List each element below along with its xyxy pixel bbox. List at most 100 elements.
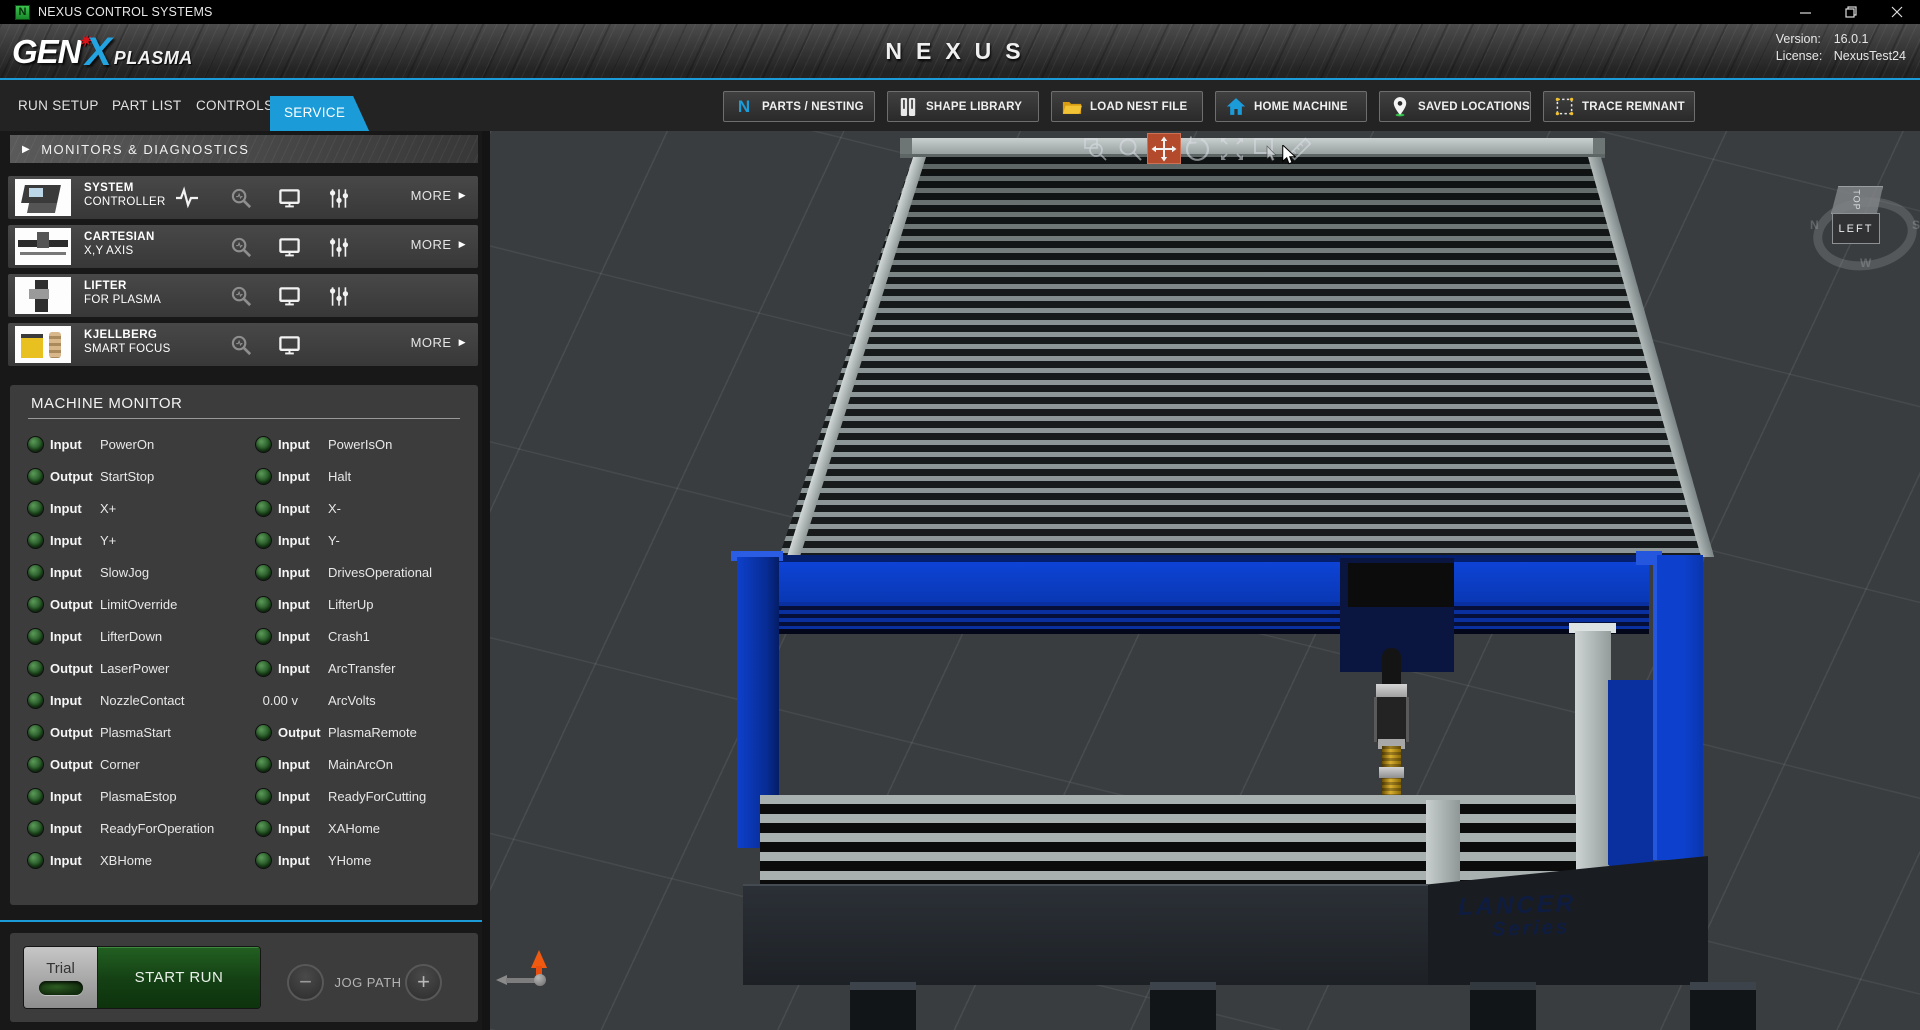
io-row-y: InputY+: [10, 525, 240, 557]
pulse-icon[interactable]: [174, 186, 200, 210]
monitors-diagnostics-header[interactable]: ▶ MONITORS & DIAGNOSTICS: [10, 135, 478, 163]
app-logo-icon: N: [15, 5, 30, 20]
device-name: KJELLBERGSMART FOCUS: [84, 329, 171, 355]
rotate-tool-icon[interactable]: [1181, 133, 1215, 164]
more-arrow-icon: ▶: [459, 239, 466, 250]
device-row-system[interactable]: SYSTEMCONTROLLERMORE▶: [8, 176, 478, 219]
view-cube[interactable]: TOP LEFT N W S: [1808, 156, 1920, 271]
io-type-label: Input: [50, 565, 82, 580]
monitor-icon[interactable]: [276, 333, 302, 357]
device-name-line1: SYSTEM: [84, 182, 166, 194]
toolbar-button-label: SAVED LOCATIONS: [1418, 101, 1530, 113]
sliders-icon[interactable]: [326, 235, 352, 259]
gantry-linear-rails: [737, 602, 1649, 629]
io-name-label: NozzleContact: [100, 693, 185, 708]
io-type-label: Input: [278, 757, 310, 772]
folder-icon: [1062, 97, 1082, 117]
more-button[interactable]: MORE▶: [411, 335, 466, 350]
pan-tool-icon[interactable]: [1147, 133, 1181, 164]
zoom-icon[interactable]: [228, 235, 254, 259]
home-icon: [1226, 97, 1246, 117]
trial-label: Trial: [46, 960, 75, 977]
io-value: 0.00 v: [246, 693, 298, 708]
more-button[interactable]: MORE▶: [411, 188, 466, 203]
torch-bracket: [1374, 697, 1409, 742]
led-indicator: [255, 660, 272, 677]
led-indicator: [27, 692, 44, 709]
io-row-xahome: InputXAHome: [238, 813, 478, 845]
jog-path-minus-button[interactable]: −: [287, 964, 324, 1001]
io-type-label: Input: [278, 629, 310, 644]
sliders-icon[interactable]: [326, 186, 352, 210]
io-name-label: StartStop: [100, 469, 154, 484]
zoom-icon[interactable]: [228, 284, 254, 308]
led-indicator: [27, 756, 44, 773]
run-controls-panel: Trial START RUN − JOG PATH +: [10, 933, 478, 1022]
io-row-plasmaremote: OutputPlasmaRemote: [238, 717, 478, 749]
io-row-x: InputX+: [10, 493, 240, 525]
zoom-tool-tool-icon[interactable]: [1113, 133, 1147, 164]
io-row-crash1: Input Crash1: [238, 621, 478, 653]
monitor-icon[interactable]: [276, 235, 302, 259]
restore-button[interactable]: [1828, 0, 1874, 24]
load-nest-file-button[interactable]: LOAD NEST FILE: [1051, 91, 1203, 122]
zoom-icon[interactable]: [228, 186, 254, 210]
mouse-cursor: [1281, 145, 1297, 170]
machine-3d-viewport[interactable]: LANCER Series TOP LEFT N W S: [490, 131, 1920, 1030]
machine-foot: [850, 982, 916, 1030]
zoom-extents-tool-icon[interactable]: [1215, 133, 1249, 164]
monitor-icon[interactable]: [276, 284, 302, 308]
io-name-label: LifterDown: [100, 629, 162, 644]
io-row-readyforoperation: Input ReadyForOperation: [10, 813, 240, 845]
machine-monitor-title: MACHINE MONITOR: [31, 395, 182, 412]
trial-toggle[interactable]: Trial: [24, 947, 97, 1008]
io-name-label: Crash1: [328, 629, 370, 644]
zoom-window-tool-icon[interactable]: [1079, 133, 1113, 164]
nav-row: RUN SETUP PART LIST CONTROLSSERVICE NPARTS…: [0, 80, 1920, 131]
more-button[interactable]: MORE▶: [411, 237, 466, 252]
io-type-label: Input: [50, 821, 82, 836]
axis-origin-ball: [534, 974, 546, 986]
io-row-y: InputY-: [238, 525, 478, 557]
zoom-icon[interactable]: [228, 333, 254, 357]
io-type-label: Input: [278, 533, 310, 548]
io-name-label: MainArcOn: [328, 757, 393, 772]
sliders-icon[interactable]: [326, 284, 352, 308]
device-row-kjellberg[interactable]: KJELLBERGSMART FOCUS MORE▶: [8, 323, 478, 366]
io-row-readyforcutting: InputReadyForCutting: [238, 781, 478, 813]
more-label: MORE: [411, 188, 452, 203]
window-titlebar: N NEXUS CONTROL SYSTEMS: [0, 0, 1920, 24]
device-row-lifter[interactable]: LIFTERFOR PLASMA: [8, 274, 478, 317]
view-cube-front-face[interactable]: LEFT: [1832, 213, 1880, 244]
led-indicator: [255, 852, 272, 869]
close-button[interactable]: [1874, 0, 1920, 24]
monitor-icon[interactable]: [276, 186, 302, 210]
led-indicator: [255, 468, 272, 485]
view-cube-top-face[interactable]: TOP: [1831, 186, 1883, 214]
parts-nesting-button[interactable]: NPARTS / NESTING: [723, 91, 875, 122]
shape-library-icon: [898, 97, 918, 117]
view-cube-front-label: LEFT: [1839, 223, 1874, 235]
io-type-label: Input: [278, 469, 310, 484]
shape-library-button[interactable]: SHAPE LIBRARY: [887, 91, 1039, 122]
io-name-label: ReadyForOperation: [100, 821, 214, 836]
trace-remnant-button[interactable]: TRACE REMNANT: [1543, 91, 1695, 122]
led-indicator: [255, 628, 272, 645]
device-row-cartesian[interactable]: CARTESIANX,Y AXISMORE▶: [8, 225, 478, 268]
more-label: MORE: [411, 335, 452, 350]
led-indicator: [255, 820, 272, 837]
tab-part-list[interactable]: PART LIST: [112, 80, 181, 131]
select-rect-tool-icon[interactable]: [1249, 133, 1283, 164]
home-machine-button[interactable]: HOME MACHINE: [1215, 91, 1367, 122]
minimize-button[interactable]: [1782, 0, 1828, 24]
torch-carriage-plate: [1348, 563, 1454, 607]
tab-run-setup[interactable]: RUN SETUP: [18, 80, 99, 131]
tab-service[interactable]: SERVICE: [270, 96, 369, 131]
led-indicator: [255, 436, 272, 453]
saved-locations-button[interactable]: SAVED LOCATIONS: [1379, 91, 1531, 122]
io-type-label: Input: [278, 437, 310, 452]
jog-path-plus-button[interactable]: +: [405, 964, 442, 1001]
tab-controls[interactable]: CONTROLS: [196, 80, 273, 131]
start-run-button[interactable]: START RUN: [97, 947, 260, 1008]
service-sidebar: ▶ MONITORS & DIAGNOSTICS SYSTEMCONTROLLE…: [0, 131, 490, 1030]
